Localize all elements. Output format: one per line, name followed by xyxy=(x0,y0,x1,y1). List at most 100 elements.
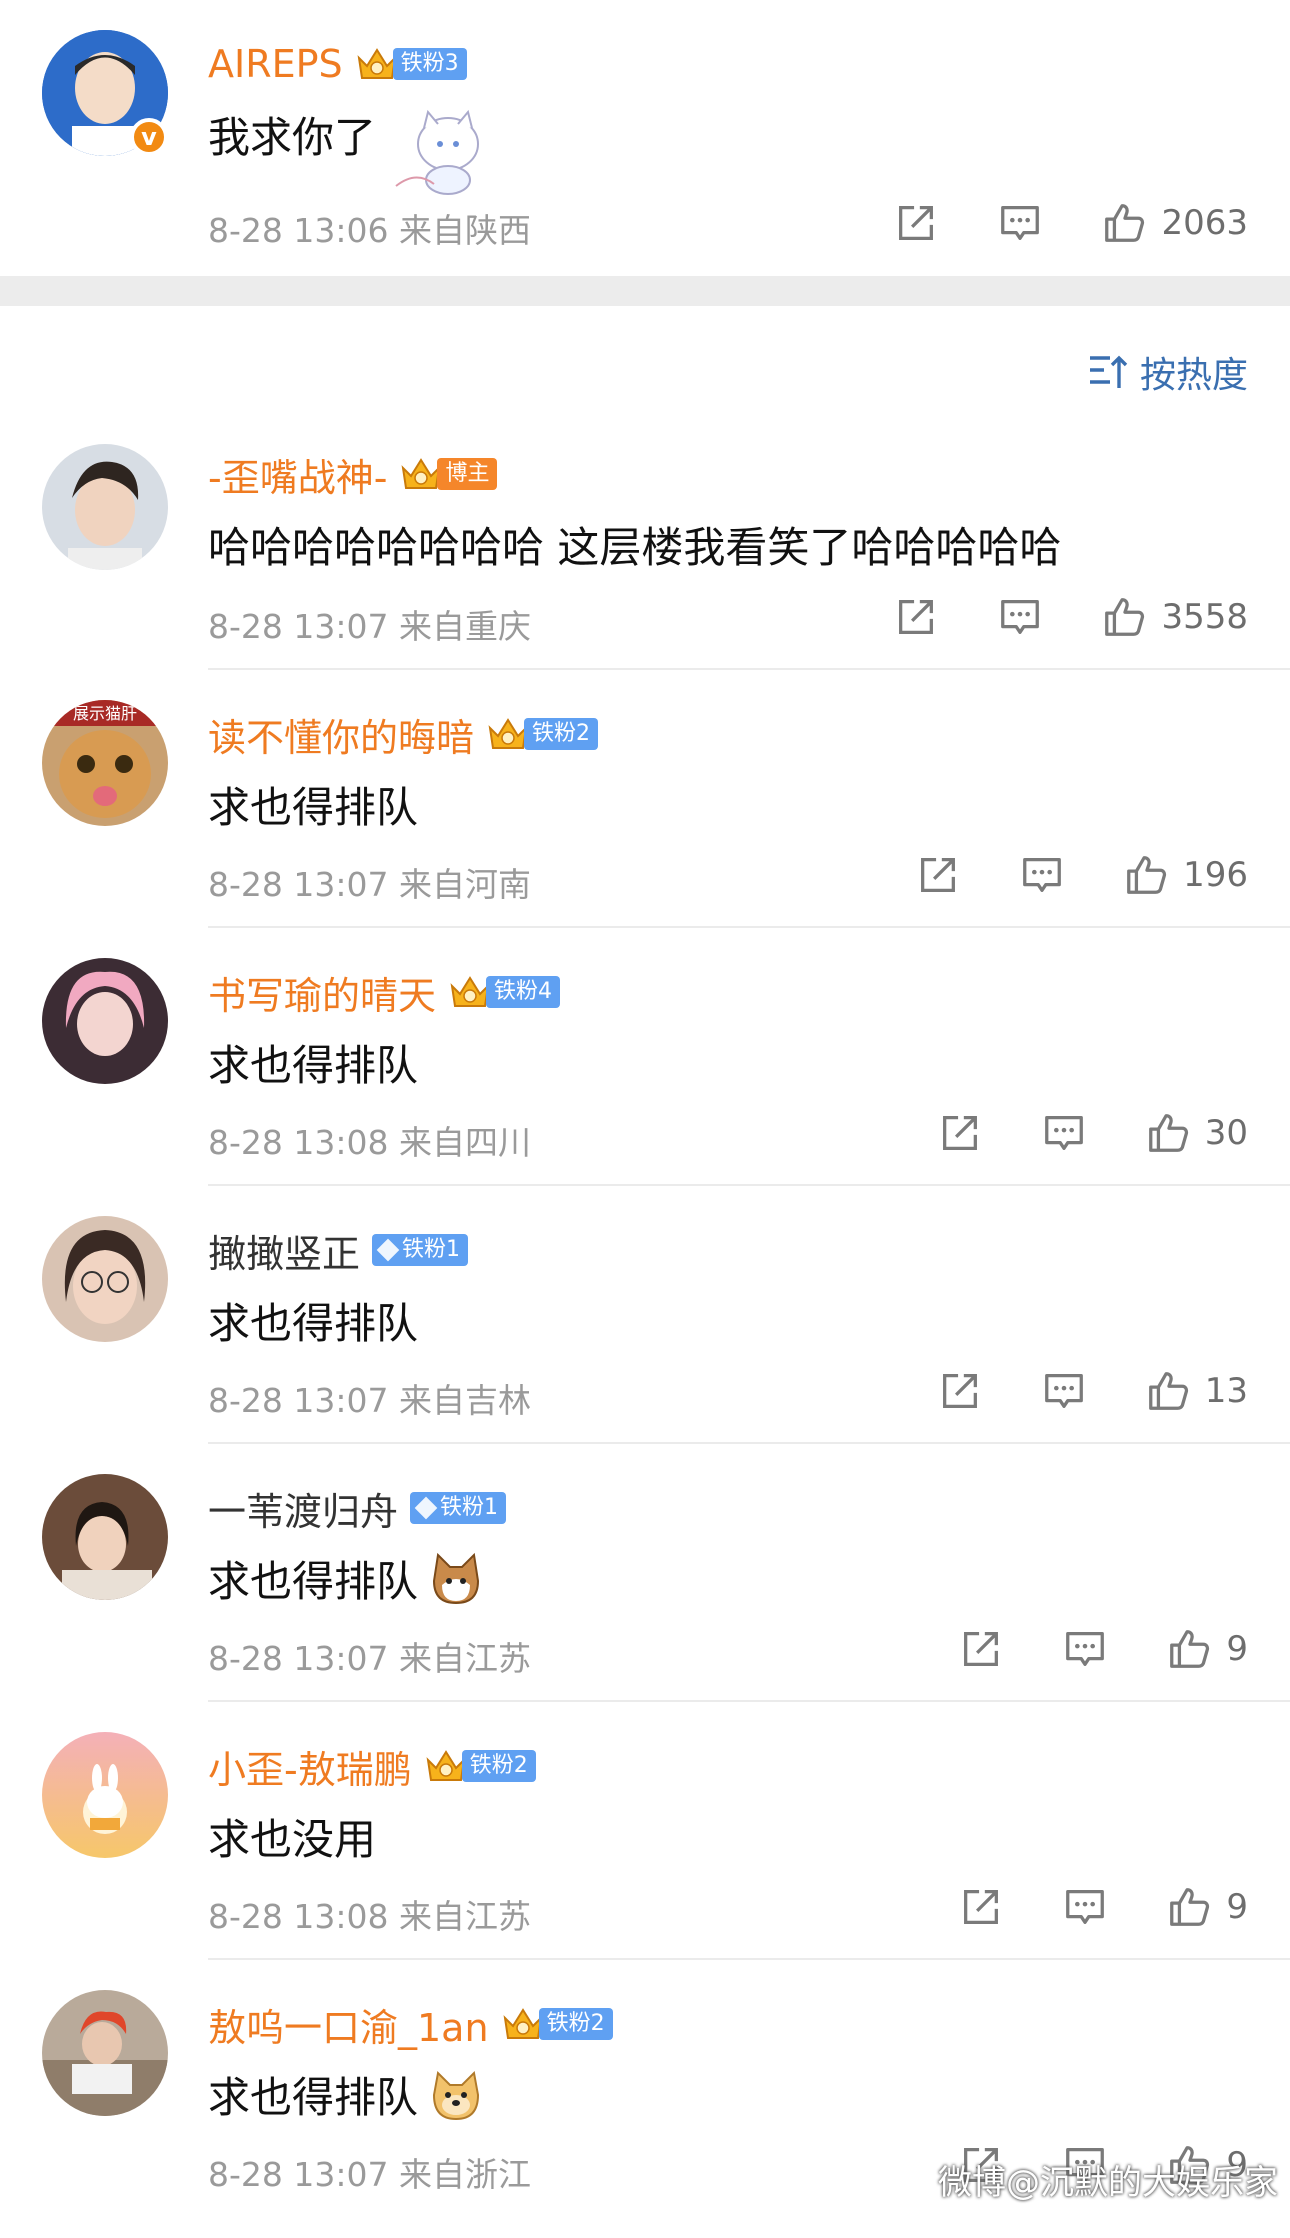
comment-content: 求也得排队 xyxy=(208,2064,484,2125)
share-icon[interactable] xyxy=(915,852,961,898)
username[interactable]: -歪嘴战神- xyxy=(208,447,387,502)
comment-item: 书写瑜的晴天 铁粉4 求也得排队 8-28 13:08 来自四川 30 xyxy=(0,948,1290,1206)
fan-badge: 铁粉1 xyxy=(372,1233,469,1267)
row-divider xyxy=(208,668,1290,670)
avatar[interactable] xyxy=(42,1216,168,1342)
comment-icon[interactable] xyxy=(1062,1626,1108,1672)
share-icon[interactable] xyxy=(893,200,939,246)
comment-meta: 8-28 13:07 来自江苏 xyxy=(208,1639,531,1678)
username[interactable]: 撖撖竖正 xyxy=(208,1223,360,1278)
sort-label: 按热度 xyxy=(1139,355,1248,396)
like-count: 196 xyxy=(1183,855,1248,895)
comment-item: 展示猫肝 读不懂你的晦暗 铁粉2 求也得排队 8-28 13:07 来自河南 1… xyxy=(0,690,1290,948)
comment-content: 求也没用 xyxy=(208,1815,377,1864)
avatar[interactable] xyxy=(42,444,168,570)
comment-meta: 8-28 13:07 来自河南 xyxy=(208,865,531,904)
fan-badge: 铁粉2 xyxy=(424,1749,536,1783)
fan-badge: 铁粉1 xyxy=(410,1491,507,1525)
comment-actions: 9 xyxy=(958,1626,1248,1672)
comment-actions: 30 xyxy=(937,1110,1248,1156)
comment-meta: 8-28 13:07 来自浙江 xyxy=(208,2155,531,2194)
post-content: 我求你了 xyxy=(208,113,377,162)
like-count: 9 xyxy=(1226,1629,1248,1669)
share-icon[interactable] xyxy=(937,1110,983,1156)
comment-icon[interactable] xyxy=(997,594,1043,640)
like-count: 9 xyxy=(1226,1887,1248,1927)
like-count: 13 xyxy=(1204,1371,1248,1411)
like-count: 30 xyxy=(1204,1113,1248,1153)
like-icon[interactable] xyxy=(1145,1368,1191,1414)
original-post: v AIREPS 铁粉3 我求你了 8-28 13:06 来自陕西 2063 xyxy=(0,0,1290,276)
comment-content: 求也得排队 xyxy=(208,1041,419,1090)
fan-badge: 铁粉3 xyxy=(355,47,467,81)
comment-item: -歪嘴战神- 博主 哈哈哈哈哈哈哈哈 这层楼我看笑了哈哈哈哈哈 8-28 13:… xyxy=(0,432,1290,690)
crown-icon xyxy=(501,2004,545,2044)
diamond-icon xyxy=(414,1496,438,1520)
comment-meta: 8-28 13:07 来自吉林 xyxy=(208,1381,531,1420)
share-icon[interactable] xyxy=(893,594,939,640)
sort-button[interactable]: 按热度 xyxy=(1088,346,1248,398)
avatar[interactable] xyxy=(42,958,168,1084)
share-icon[interactable] xyxy=(958,1626,1004,1672)
like-icon[interactable] xyxy=(1166,1626,1212,1672)
comment-content: 求也得排队 xyxy=(208,1548,484,1609)
username[interactable]: 一苇渡归舟 xyxy=(208,1481,398,1536)
cat-emoji-icon xyxy=(433,1552,480,1604)
comment-icon[interactable] xyxy=(1062,1884,1108,1930)
username[interactable]: 书写瑜的晴天 xyxy=(208,965,436,1020)
post-actions: 2063 xyxy=(893,200,1248,246)
share-icon[interactable] xyxy=(937,1368,983,1414)
share-icon[interactable] xyxy=(958,1884,1004,1930)
fan-badge: 铁粉2 xyxy=(501,2007,613,2041)
svg-text:展示猫肝: 展示猫肝 xyxy=(73,704,137,723)
comment-actions: 196 xyxy=(915,852,1248,898)
post-meta: 8-28 13:06 来自陕西 xyxy=(208,211,531,250)
comment-icon[interactable] xyxy=(1041,1110,1087,1156)
fan-badge: 博主 xyxy=(399,457,498,491)
fan-badge: 铁粉4 xyxy=(448,975,561,1009)
username[interactable]: AIREPS xyxy=(208,42,343,86)
comment-item: 一苇渡归舟 铁粉1 求也得排队 8-28 13:07 来自江苏 9 xyxy=(0,1464,1290,1722)
avatar[interactable] xyxy=(42,1990,168,2116)
row-divider xyxy=(208,1958,1290,1960)
comment-content: 求也得排队 xyxy=(208,1299,419,1348)
username[interactable]: 读不懂你的晦暗 xyxy=(208,707,474,762)
like-icon[interactable] xyxy=(1101,594,1147,640)
avatar[interactable] xyxy=(42,1474,168,1600)
comment-icon[interactable] xyxy=(1041,1368,1087,1414)
comment-content: 哈哈哈哈哈哈哈哈 这层楼我看笑了哈哈哈哈哈 xyxy=(208,523,1062,572)
like-icon[interactable] xyxy=(1145,1110,1191,1156)
comment-meta: 8-28 13:07 来自重庆 xyxy=(208,607,531,646)
like-count: 2063 xyxy=(1161,203,1248,243)
diamond-icon xyxy=(376,1238,400,1262)
avatar[interactable]: 展示猫肝 xyxy=(42,700,168,826)
verified-icon: v xyxy=(130,118,168,156)
comment-item: 撖撖竖正 铁粉1 求也得排队 8-28 13:07 来自吉林 13 xyxy=(0,1206,1290,1464)
row-divider xyxy=(208,926,1290,928)
row-divider xyxy=(208,1184,1290,1186)
watermark: 微博@沉默的大娱乐家 xyxy=(938,2163,1278,2203)
row-divider xyxy=(208,1442,1290,1444)
fan-badge: 铁粉2 xyxy=(486,717,599,751)
sort-icon xyxy=(1089,355,1128,388)
comment-item: 小歪-敖瑞鹏 铁粉2 求也没用 8-28 13:08 来自江苏 9 xyxy=(0,1722,1290,1980)
doge-emoji-icon xyxy=(433,2070,480,2120)
comment-actions: 3558 xyxy=(893,594,1248,640)
comment-meta: 8-28 13:08 来自四川 xyxy=(208,1123,531,1162)
like-icon[interactable] xyxy=(1166,1884,1212,1930)
comment-actions: 13 xyxy=(937,1368,1248,1414)
section-divider xyxy=(0,276,1290,306)
comment-icon[interactable] xyxy=(997,200,1043,246)
avatar[interactable] xyxy=(42,1732,168,1858)
like-icon[interactable] xyxy=(1101,200,1147,246)
comment-meta: 8-28 13:08 来自江苏 xyxy=(208,1897,531,1936)
comment-icon[interactable] xyxy=(1019,852,1065,898)
comment-content: 求也得排队 xyxy=(208,783,419,832)
cat-sticker-icon xyxy=(395,109,479,195)
username[interactable]: 小歪-敖瑞鹏 xyxy=(208,1739,412,1794)
like-count: 3558 xyxy=(1161,597,1248,637)
username[interactable]: 敖呜一口渝_1an xyxy=(208,1997,489,2052)
comment-actions: 9 xyxy=(958,1884,1248,1930)
like-icon[interactable] xyxy=(1123,852,1169,898)
row-divider xyxy=(208,1700,1290,1702)
